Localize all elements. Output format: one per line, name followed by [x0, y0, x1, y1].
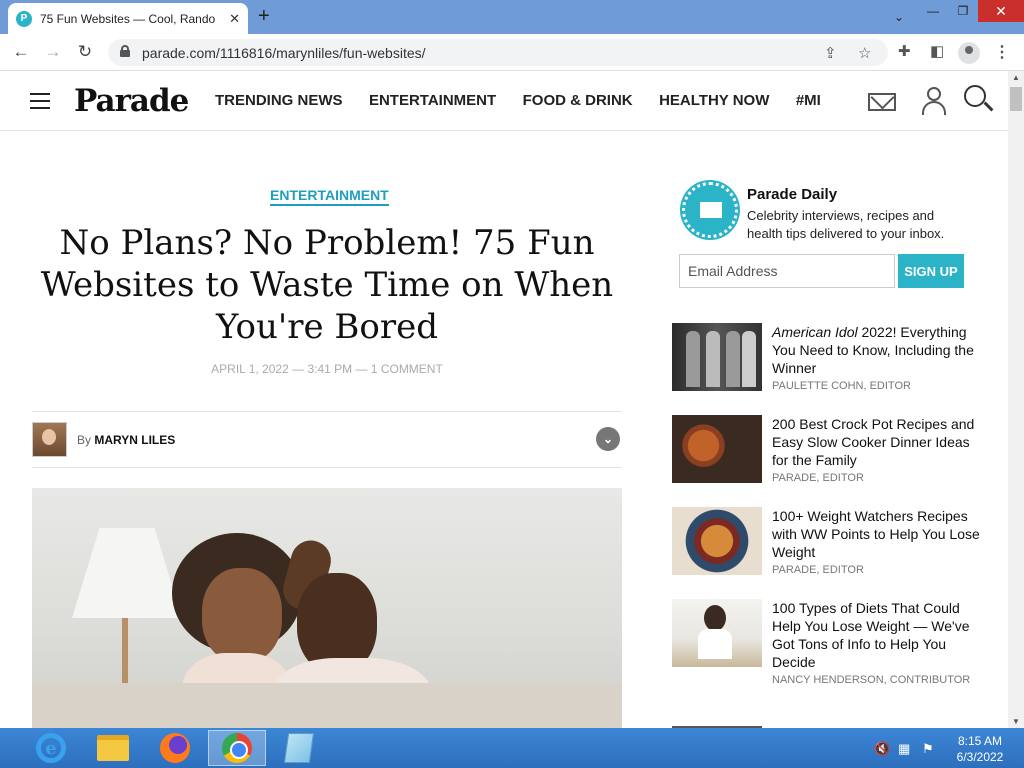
- story-title[interactable]: 100+ Weight Watchers Recipes with WW Poi…: [772, 507, 982, 561]
- newsletter-description: Celebrity interviews, recipes and health…: [747, 208, 945, 241]
- story-thumbnail[interactable]: [672, 599, 762, 667]
- story-author: PARADE, EDITOR: [772, 564, 864, 576]
- story-thumbnail[interactable]: [672, 415, 762, 483]
- restore-button[interactable]: ❐: [948, 0, 978, 22]
- story-thumbnail[interactable]: [672, 507, 762, 575]
- network-icon[interactable]: ▦: [898, 741, 910, 757]
- hero-image: [32, 488, 622, 728]
- url-text[interactable]: parade.com/1116816/marynliles/fun-websit…: [142, 45, 426, 61]
- volume-muted-icon[interactable]: 🔇: [874, 741, 890, 757]
- search-icon[interactable]: [964, 85, 994, 115]
- taskbar: e: [0, 728, 1024, 768]
- story-thumbnail[interactable]: [672, 323, 762, 391]
- lock-icon[interactable]: [120, 45, 130, 57]
- nav-entertainment[interactable]: ENTERTAINMENT: [369, 92, 496, 109]
- author-avatar[interactable]: [32, 422, 67, 457]
- expand-chevron-icon[interactable]: ⌄: [596, 427, 620, 451]
- back-arrow-icon[interactable]: ←: [10, 41, 32, 63]
- article-headline: No Plans? No Problem! 75 Fun Websites to…: [40, 223, 614, 347]
- clock-date: 6/3/2022: [956, 750, 1004, 764]
- nav-hashtag-item[interactable]: #MI: [796, 92, 821, 109]
- story-author: PAULETTE COHN, EDITOR: [772, 380, 911, 392]
- parade-logo[interactable]: Parade: [74, 83, 189, 119]
- tab-title: 75 Fun Websites — Cool, Random: [40, 11, 216, 26]
- browser-tab[interactable]: P 75 Fun Websites — Cool, Random ✕: [8, 3, 248, 34]
- site-header: Parade TRENDING NEWS ENTERTAINMENT FOOD …: [0, 71, 1008, 131]
- notepad-icon[interactable]: [270, 730, 328, 766]
- system-clock[interactable]: 8:15 AM 6/3/2022: [948, 733, 1012, 765]
- author-name-link[interactable]: MARYN LILES: [94, 433, 175, 447]
- site-nav: TRENDING NEWS ENTERTAINMENT FOOD & DRINK…: [215, 92, 830, 110]
- new-tab-button[interactable]: +: [258, 6, 270, 26]
- nav-trending-news[interactable]: TRENDING NEWS: [215, 92, 343, 109]
- newsletter-envelope-icon: [682, 182, 738, 238]
- browser-tab-strip: P 75 Fun Websites — Cool, Random ✕ + ⌄ —…: [0, 0, 1024, 34]
- page-scrollbar[interactable]: ▲ ▼: [1008, 71, 1024, 728]
- extensions-puzzle-icon[interactable]: ✚: [898, 42, 911, 60]
- nav-food-drink[interactable]: FOOD & DRINK: [523, 92, 633, 109]
- browser-menu-icon[interactable]: ⋮: [994, 42, 1010, 62]
- hamburger-menu-icon[interactable]: [30, 93, 50, 109]
- profile-avatar-icon[interactable]: [958, 42, 980, 64]
- bookmark-star-icon[interactable]: ☆: [858, 44, 871, 62]
- reload-icon[interactable]: ↻: [74, 41, 96, 63]
- minimize-button[interactable]: —: [918, 0, 948, 22]
- tab-search-chevron-icon[interactable]: ⌄: [886, 6, 912, 28]
- byline: By MARYN LILES: [77, 433, 175, 447]
- file-explorer-icon[interactable]: [84, 730, 142, 766]
- clock-time: 8:15 AM: [957, 734, 1003, 748]
- story-title[interactable]: 200 Best Crock Pot Recipes and Easy Slow…: [772, 415, 982, 469]
- share-icon[interactable]: ⇪: [824, 44, 837, 62]
- parade-favicon-icon: P: [16, 10, 32, 27]
- story-title[interactable]: 100 Types of Diets That Could Help You L…: [772, 599, 982, 671]
- nav-healthy-now[interactable]: HEALTHY NOW: [659, 92, 769, 109]
- article-dateline: APRIL 1, 2022 — 3:41 PM — 1 COMMENT: [211, 362, 443, 376]
- user-account-icon[interactable]: [922, 87, 946, 115]
- close-window-button[interactable]: ✕: [978, 0, 1024, 22]
- mail-icon[interactable]: [868, 93, 896, 111]
- story-author: NANCY HENDERSON, CONTRIBUTOR: [772, 674, 971, 686]
- action-center-flag-icon[interactable]: ⚑: [922, 741, 934, 757]
- chrome-icon[interactable]: [208, 730, 266, 766]
- article-category-link[interactable]: ENTERTAINMENT: [270, 187, 389, 206]
- firefox-icon[interactable]: [146, 730, 204, 766]
- scroll-down-arrow-icon[interactable]: ▼: [1012, 717, 1020, 726]
- divider: [32, 467, 622, 468]
- story-author: PARADE, EDITOR: [772, 472, 864, 484]
- scroll-thumb[interactable]: [1010, 87, 1022, 111]
- forward-arrow-icon[interactable]: →: [42, 41, 64, 63]
- browser-toolbar: ← → ↻ parade.com/1116816/marynliles/fun-…: [0, 34, 1024, 71]
- divider: [32, 411, 622, 412]
- tab-close-icon[interactable]: ✕: [229, 11, 240, 27]
- newsletter-title: Parade Daily: [747, 186, 838, 203]
- story-title[interactable]: American Idol 2022! Everything You Need …: [772, 323, 982, 377]
- byline-prefix: By: [77, 433, 92, 447]
- address-bar[interactable]: parade.com/1116816/marynliles/fun-websit…: [108, 39, 888, 66]
- scroll-up-arrow-icon[interactable]: ▲: [1012, 73, 1020, 82]
- internet-explorer-icon[interactable]: e: [22, 730, 80, 766]
- email-field[interactable]: [679, 254, 895, 288]
- sign-up-button[interactable]: SIGN UP: [898, 254, 964, 288]
- side-panel-icon[interactable]: ◧: [930, 42, 944, 60]
